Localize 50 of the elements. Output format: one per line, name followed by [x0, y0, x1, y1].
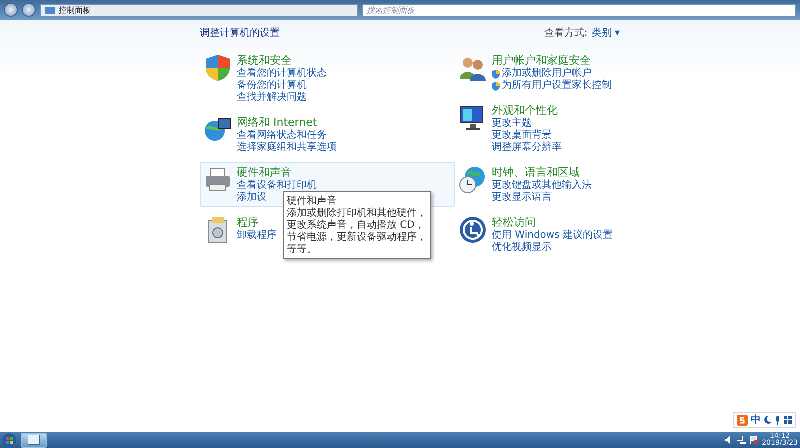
uac-shield-icon [492, 82, 500, 90]
microphone-icon[interactable] [775, 416, 781, 424]
task-link[interactable]: 更改桌面背景 [492, 130, 552, 142]
task-link[interactable]: 为所有用户设置家长控制 [502, 80, 612, 92]
sogou-logo-icon[interactable] [737, 414, 748, 426]
task-link[interactable]: 查找并解决问题 [237, 92, 307, 104]
grid-icon[interactable] [784, 416, 792, 424]
address-bar[interactable]: 控制面板 [40, 4, 358, 16]
category-title[interactable]: 轻松访问 [492, 215, 613, 230]
category-title[interactable]: 用户帐户和家庭安全 [492, 53, 612, 68]
accessibility-icon [458, 215, 488, 245]
task-link[interactable]: 更改键盘或其他输入法 [492, 180, 592, 192]
task-link[interactable]: 备份您的计算机 [237, 80, 307, 92]
category-title[interactable]: 硬件和声音 [237, 165, 317, 180]
task-link[interactable]: 添加设 [237, 192, 267, 204]
page-title: 调整计算机的设置 [200, 26, 280, 40]
uac-shield-icon [492, 70, 500, 78]
task-link[interactable]: 查看设备和打印机 [237, 180, 317, 192]
task-link[interactable]: 更改主题 [492, 118, 532, 130]
task-link[interactable]: 卸载程序 [237, 230, 277, 242]
back-button[interactable] [4, 3, 18, 17]
breadcrumb: 控制面板 [59, 4, 91, 16]
task-link[interactable]: 查看您的计算机状态 [237, 68, 327, 80]
category-title[interactable]: 时钟、语言和区域 [492, 165, 592, 180]
network-icon[interactable] [737, 436, 746, 444]
category-title[interactable]: 网络和 Internet [237, 115, 337, 130]
input-mode-toggle[interactable]: 中 [751, 413, 761, 427]
category-title[interactable]: 外观和个性化 [492, 103, 562, 118]
flag-icon[interactable] [750, 436, 758, 444]
view-by-dropdown[interactable]: 类别 ▾ [592, 26, 620, 40]
task-link[interactable]: 调整屏幕分辨率 [492, 142, 562, 154]
control-panel-taskbar-button[interactable] [21, 432, 47, 448]
tooltip-text: 添加或删除打印机和其他硬件，更改系统声音，自动播放 CD，节省电源，更新设备驱动程序，等等。 [287, 208, 427, 256]
shield-icon [203, 53, 233, 83]
task-link[interactable]: 选择家庭组和共享选项 [237, 142, 337, 154]
moon-icon[interactable] [764, 416, 772, 424]
globe-clock-icon [458, 165, 488, 195]
start-button[interactable] [2, 432, 17, 448]
task-link[interactable]: 查看网络状态和任务 [237, 130, 327, 142]
tooltip-title: 硬件和声音 [287, 194, 338, 208]
task-link[interactable]: 添加或删除用户帐户 [502, 68, 592, 80]
folder-icon [45, 6, 55, 14]
category-title[interactable]: 程序 [237, 215, 277, 230]
task-link[interactable]: 更改显示语言 [492, 192, 552, 204]
forward-button[interactable] [22, 3, 36, 17]
category-title[interactable]: 系统和安全 [237, 53, 327, 68]
window-icon [28, 435, 40, 445]
view-by-label: 查看方式: [544, 26, 588, 40]
task-link[interactable]: 使用 Windows 建议的设置 [492, 230, 613, 242]
task-link[interactable]: 优化视频显示 [492, 242, 552, 254]
